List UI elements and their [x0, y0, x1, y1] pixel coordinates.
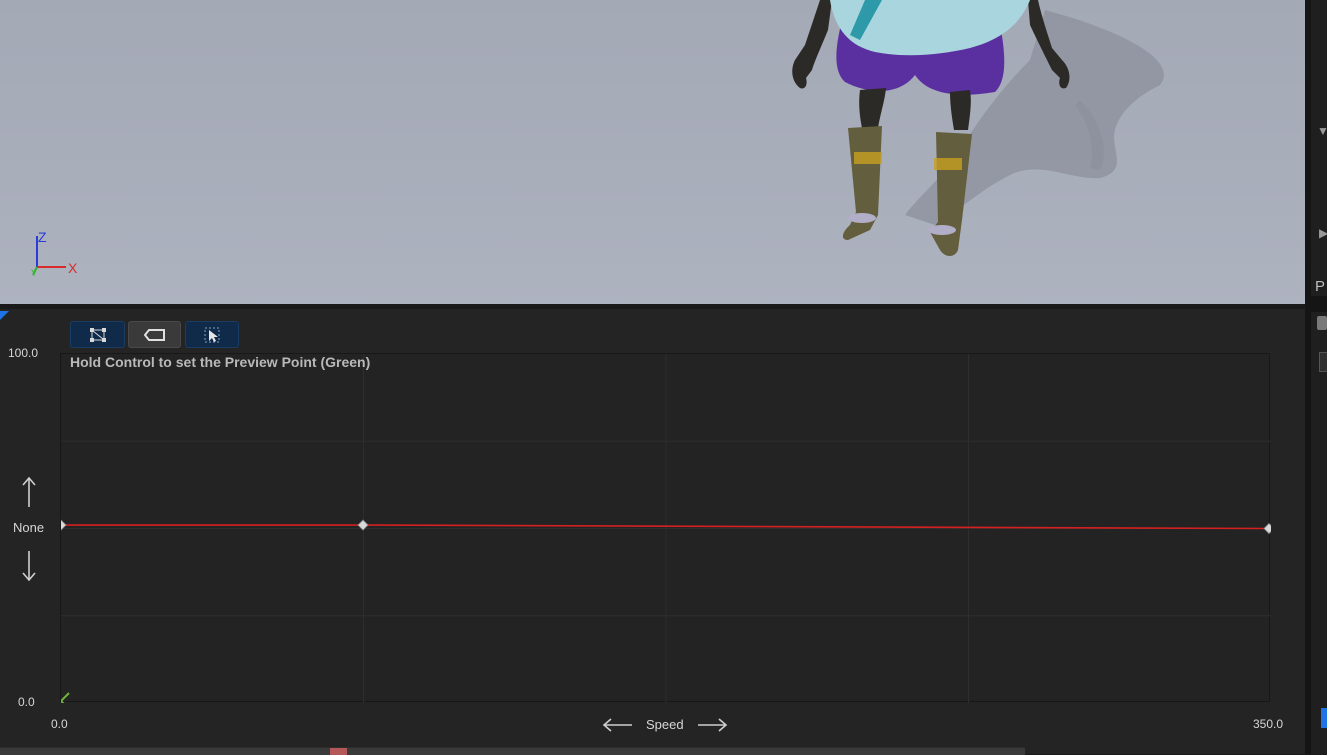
arrow-left-icon [602, 718, 632, 732]
x-axis-max-label: 350.0 [1253, 717, 1284, 731]
y-axis-max-label: 100.0 [8, 346, 39, 360]
viewport[interactable]: Z X Y [0, 0, 1305, 304]
blend-space-plot [61, 354, 1271, 703]
fit-view-button[interactable] [70, 321, 125, 348]
blend-space-grid[interactable] [60, 353, 1271, 703]
y-axis-name: None [13, 520, 45, 535]
x-axis-min-label: 0.0 [51, 717, 68, 731]
left-arm [792, 0, 832, 89]
character-preview-scene [32, 0, 1164, 276]
blend-curve-line [61, 524, 1270, 530]
key-tag-button[interactable] [128, 321, 181, 348]
arrow-up-icon [22, 476, 36, 507]
axis-y-label: Y [31, 268, 38, 278]
key-tag-icon [143, 328, 165, 341]
chevron-right-icon[interactable]: ▶ [1319, 226, 1327, 240]
blend-space-editor: 100.0 0.0 Hold Control to set the Previe… [0, 309, 1305, 755]
fit-view-icon [89, 327, 106, 342]
select-cursor-icon [204, 327, 220, 342]
details-panel-bottom [1311, 312, 1327, 754]
axis-z-label: Z [38, 229, 47, 245]
panel-corner-marker [0, 311, 9, 320]
panel-field[interactable] [1319, 352, 1327, 372]
selection-indicator [1321, 708, 1327, 728]
sample-point [1263, 522, 1271, 535]
preview-hint-text: Hold Control to set the Preview Point (G… [70, 354, 371, 370]
preview-point-marker[interactable] [61, 692, 70, 703]
arrow-right-icon [698, 718, 728, 732]
arrow-down-icon [22, 551, 36, 582]
select-cursor-button[interactable] [185, 321, 239, 348]
details-panel-top [1311, 0, 1327, 296]
y-axis-min-label: 0.0 [18, 695, 35, 709]
chevron-down-icon[interactable]: ▼ [1317, 124, 1327, 138]
document-icon[interactable] [1317, 316, 1327, 330]
axis-x-label: X [68, 260, 78, 276]
panel-label-fragment: P [1315, 278, 1326, 295]
details-panel-edge: ▼ ▶ P [1305, 0, 1327, 754]
x-axis-name: Speed [646, 717, 684, 732]
